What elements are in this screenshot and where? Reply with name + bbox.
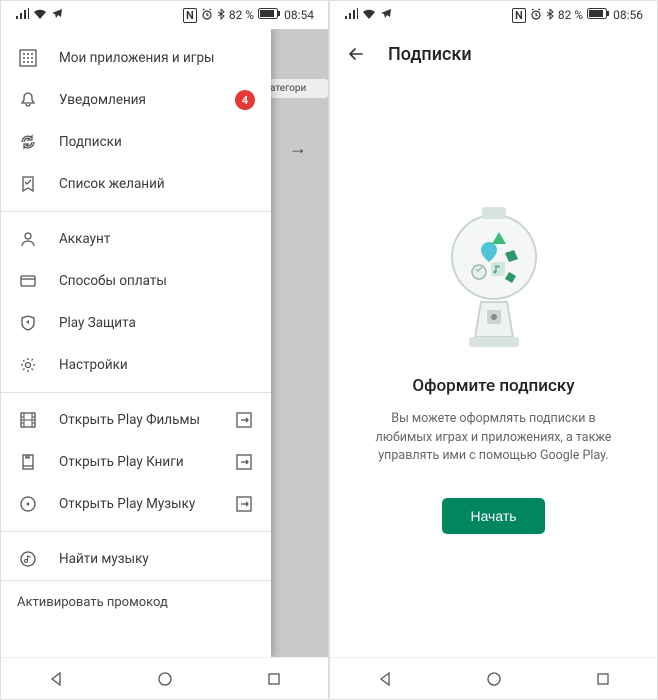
menu-payment[interactable]: Способы оплаты — [1, 260, 271, 302]
page-title: Подписки — [388, 44, 472, 65]
background-content: атегори → — [268, 29, 328, 657]
bluetooth-icon — [546, 8, 554, 23]
apps-grid-icon — [17, 47, 39, 69]
wifi-icon — [33, 8, 47, 23]
status-left — [344, 8, 392, 23]
telegram-icon — [51, 8, 63, 23]
phone-left: N 82 % 08:54 атегори → Мои приложения и … — [0, 0, 329, 700]
battery-icon — [587, 8, 609, 22]
menu-account[interactable]: Аккаунт — [1, 218, 271, 260]
external-link-icon — [233, 493, 255, 515]
menu-label: Открыть Play Музыку — [59, 496, 213, 512]
app-bar: Подписки — [330, 29, 657, 79]
gumball-illustration — [429, 202, 559, 352]
music-icon — [17, 493, 39, 515]
film-icon — [17, 409, 39, 431]
empty-state: Оформите подписку Вы можете оформлять по… — [330, 79, 657, 657]
battery-text: 82 % — [229, 8, 254, 22]
divider — [1, 531, 271, 532]
nav-home-button[interactable] — [154, 668, 176, 690]
battery-text: 82 % — [558, 8, 583, 22]
menu-notifications[interactable]: Уведомления 4 — [1, 79, 271, 121]
system-nav-bar — [1, 657, 328, 699]
status-right: N 82 % 08:54 — [183, 8, 314, 23]
bell-icon — [17, 89, 39, 111]
refresh-icon — [17, 131, 39, 153]
nav-back-button[interactable] — [374, 668, 396, 690]
gear-icon — [17, 354, 39, 376]
menu-play-protect[interactable]: Play Защита — [1, 302, 271, 344]
menu-label: Список желаний — [59, 176, 255, 192]
nav-recent-button[interactable] — [263, 668, 285, 690]
menu-wishlist[interactable]: Список желаний — [1, 163, 271, 205]
external-link-icon — [233, 409, 255, 431]
menu-redeem-promo[interactable]: Активировать промокод — [1, 580, 271, 624]
battery-icon — [258, 8, 280, 22]
status-bar: N 82 % 08:56 — [330, 1, 657, 29]
bg-categories-tab: атегори — [268, 79, 328, 98]
menu-label: Мои приложения и игры — [59, 50, 255, 66]
menu-settings[interactable]: Настройки — [1, 344, 271, 386]
user-icon — [17, 228, 39, 250]
book-icon — [17, 451, 39, 473]
menu-my-apps[interactable]: Мои приложения и игры — [1, 37, 271, 79]
telegram-icon — [380, 8, 392, 23]
status-right: N 82 % 08:56 — [512, 8, 643, 23]
nav-back-button[interactable] — [45, 668, 67, 690]
time-text: 08:54 — [284, 8, 314, 22]
alarm-icon — [530, 8, 542, 23]
alarm-icon — [201, 8, 213, 23]
notification-badge: 4 — [235, 90, 255, 110]
nav-home-button[interactable] — [483, 668, 505, 690]
nav-recent-button[interactable] — [592, 668, 614, 690]
empty-state-title: Оформите подписку — [412, 376, 574, 396]
system-nav-bar — [330, 657, 657, 699]
menu-subscriptions[interactable]: Подписки — [1, 121, 271, 163]
menu-play-music[interactable]: Открыть Play Музыку — [1, 483, 271, 525]
bg-arrow-icon: → — [268, 138, 328, 159]
menu-label: Найти музыку — [59, 551, 255, 567]
menu-label: Настройки — [59, 357, 255, 373]
shield-icon — [17, 312, 39, 334]
start-button[interactable]: Начать — [442, 498, 544, 534]
phone-right: N 82 % 08:56 Подписки — [329, 0, 658, 700]
menu-label: Способы оплаты — [59, 273, 255, 289]
menu-play-movies[interactable]: Открыть Play Фильмы — [1, 399, 271, 441]
card-icon — [17, 270, 39, 292]
menu-label: Аккаунт — [59, 231, 255, 247]
empty-state-description: Вы можете оформлять подписки в любимых и… — [366, 410, 621, 466]
status-bar: N 82 % 08:54 — [1, 1, 328, 29]
external-link-icon — [233, 451, 255, 473]
back-button[interactable] — [344, 42, 368, 66]
bluetooth-icon — [217, 8, 225, 23]
find-music-icon — [17, 548, 39, 570]
status-left — [15, 8, 63, 23]
menu-find-music[interactable]: Найти музыку — [1, 538, 271, 580]
signal-icon — [344, 8, 358, 23]
bookmark-icon — [17, 173, 39, 195]
menu-label: Подписки — [59, 134, 255, 150]
menu-label: Play Защита — [59, 315, 255, 331]
time-text: 08:56 — [613, 8, 643, 22]
divider — [1, 392, 271, 393]
menu-label: Уведомления — [59, 92, 215, 108]
wifi-icon — [362, 8, 376, 23]
menu-play-books[interactable]: Открыть Play Книги — [1, 441, 271, 483]
navigation-drawer: Мои приложения и игры Уведомления 4 Подп… — [1, 29, 271, 657]
signal-icon — [15, 8, 29, 23]
menu-label: Открыть Play Книги — [59, 454, 213, 470]
nfc-icon: N — [512, 8, 526, 23]
divider — [1, 211, 271, 212]
nfc-icon: N — [183, 8, 197, 23]
menu-label: Открыть Play Фильмы — [59, 412, 213, 428]
